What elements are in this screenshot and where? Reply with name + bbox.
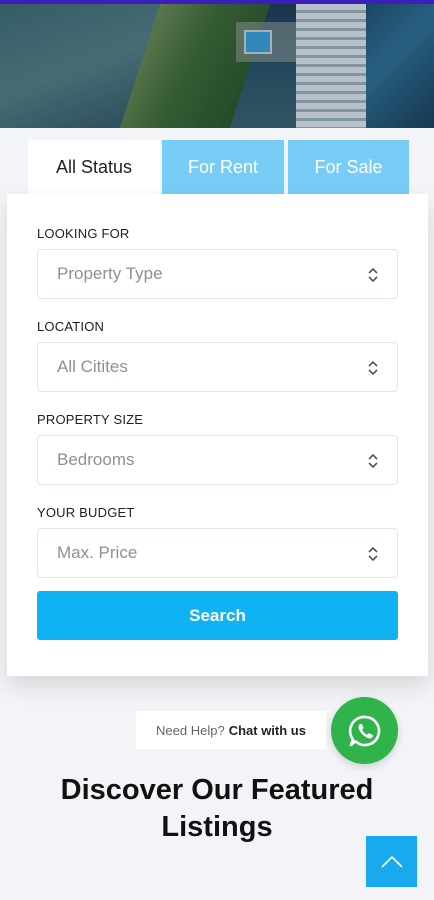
search-form-card: LOOKING FOR Property Type LOCATION All C…: [7, 194, 428, 676]
updown-chevron-icon: [368, 360, 378, 376]
property-size-label: PROPERTY SIZE: [37, 412, 144, 427]
featured-listings-heading: Discover Our Featured Listings: [0, 772, 434, 846]
tab-for-rent[interactable]: For Rent: [162, 140, 284, 194]
updown-chevron-icon: [368, 546, 378, 562]
featured-heading-line1: Discover Our Featured: [60, 774, 374, 806]
property-type-select[interactable]: Property Type: [37, 249, 398, 299]
budget-label: YOUR BUDGET: [37, 505, 135, 520]
location-placeholder: All Citites: [57, 357, 128, 376]
looking-for-label: LOOKING FOR: [37, 226, 130, 241]
whatsapp-button[interactable]: [331, 697, 398, 764]
location-label: LOCATION: [37, 319, 105, 334]
search-button[interactable]: Search: [37, 591, 398, 640]
updown-chevron-icon: [368, 453, 378, 469]
bedrooms-placeholder: Bedrooms: [57, 450, 135, 469]
whatsapp-icon: [348, 715, 380, 746]
location-select[interactable]: All Citites: [37, 342, 398, 392]
max-price-select[interactable]: Max. Price: [37, 528, 398, 578]
help-chat-label[interactable]: Need Help? Chat with us: [136, 711, 326, 749]
help-prompt: Need Help?: [156, 722, 225, 738]
updown-chevron-icon: [368, 267, 378, 283]
property-type-placeholder: Property Type: [57, 264, 163, 283]
tab-all-status[interactable]: All Status: [28, 140, 160, 194]
hero-image: [0, 4, 434, 128]
chevron-up-icon: [380, 855, 403, 868]
chat-link[interactable]: Chat with us: [229, 723, 306, 738]
scroll-to-top-button[interactable]: [366, 836, 417, 887]
tab-for-sale[interactable]: For Sale: [288, 140, 409, 194]
bedrooms-select[interactable]: Bedrooms: [37, 435, 398, 485]
max-price-placeholder: Max. Price: [57, 543, 138, 562]
